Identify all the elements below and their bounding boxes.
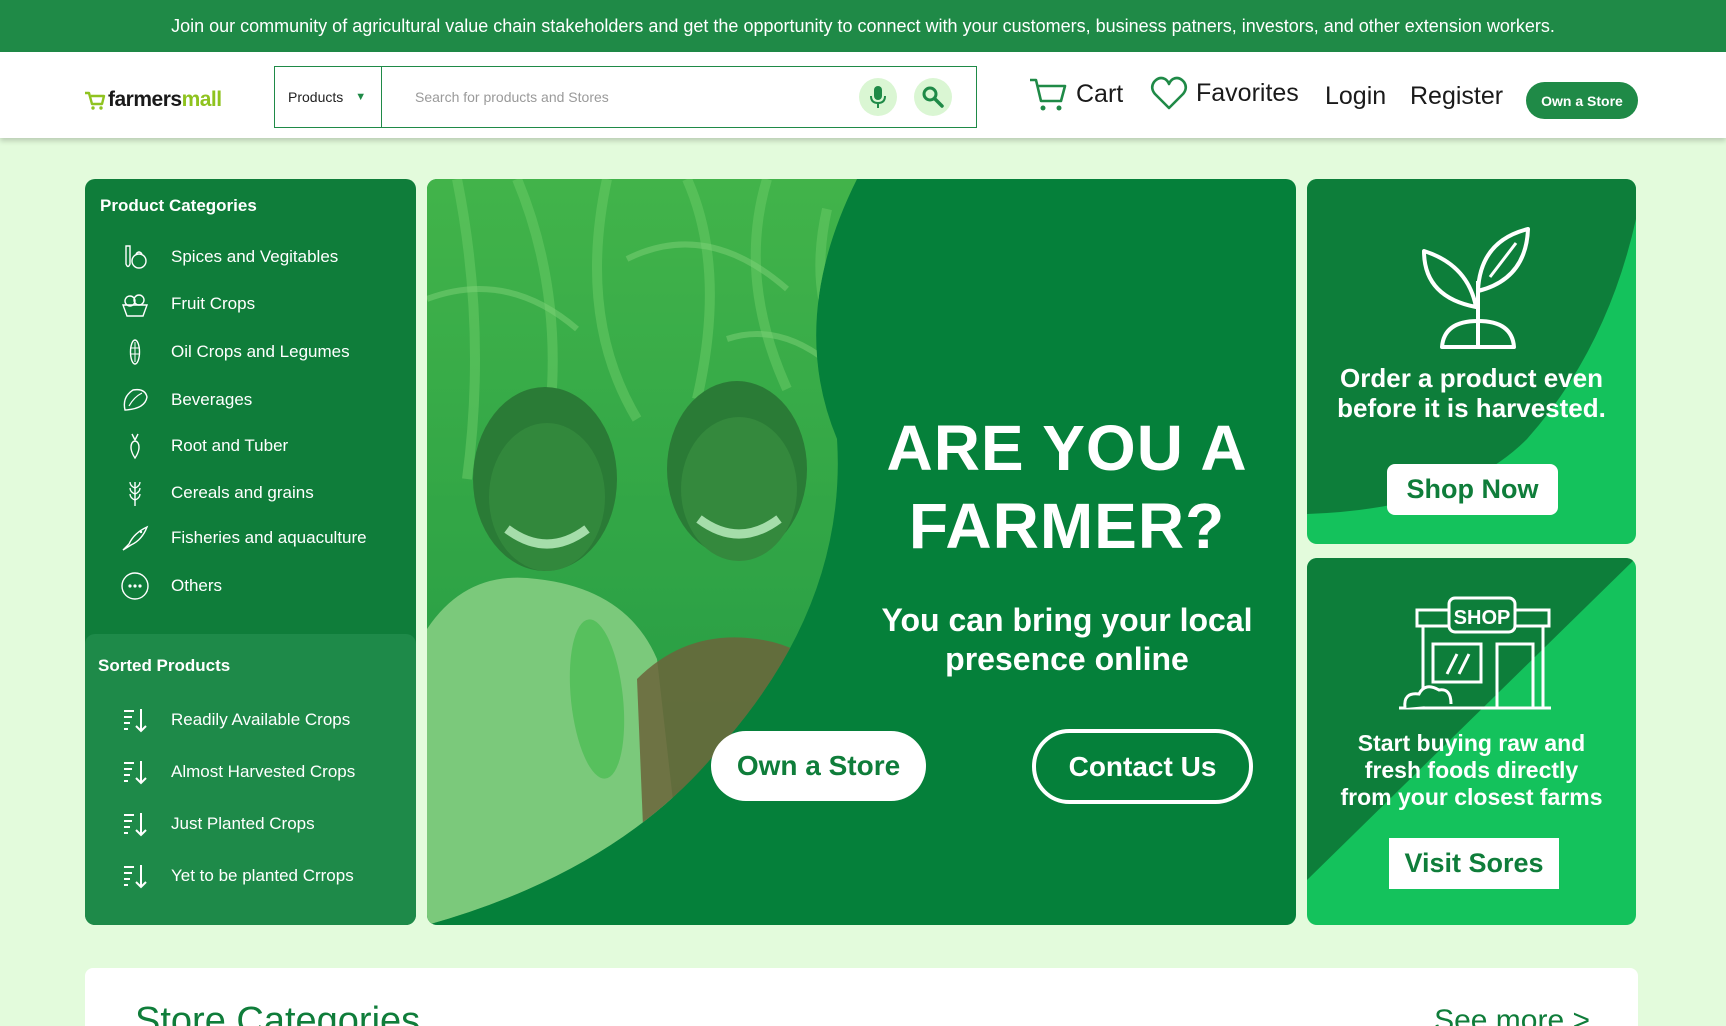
sorted-item-yet-to-be-planted[interactable]: Yet to be planted Crrops: [119, 860, 354, 892]
promo-visit-stores-text: Start buying raw and fresh foods directl…: [1307, 730, 1636, 811]
sorted-item-just-planted[interactable]: Just Planted Crops: [119, 808, 315, 840]
sort-icon: [119, 756, 151, 788]
hero-text: ARE YOU A FARMER? You can bring your loc…: [857, 409, 1277, 679]
category-label: Spices and Vegitables: [171, 247, 339, 266]
vegetables-icon: [119, 241, 151, 273]
category-label: Oil Crops and Legumes: [171, 342, 350, 361]
header: farmersmall Products ▼ Cart: [0, 52, 1726, 138]
sorted-label: Yet to be planted Crrops: [171, 866, 354, 885]
sort-icon: [119, 704, 151, 736]
sprout-icon: [1422, 227, 1530, 349]
search-input[interactable]: [382, 67, 859, 127]
cart-logo-icon: [85, 91, 106, 110]
sorted-label: Just Planted Crops: [171, 814, 315, 833]
register-label: Register: [1410, 82, 1504, 110]
promo-visit-stores-line2: fresh foods directly: [1364, 757, 1579, 783]
root-icon: [119, 430, 151, 462]
hero-subheading-line1: You can bring your local: [881, 602, 1253, 638]
search-button[interactable]: [914, 78, 952, 116]
category-label: Others: [171, 576, 223, 595]
category-item-oil-crops[interactable]: Oil Crops and Legumes: [119, 336, 350, 368]
category-item-beverages[interactable]: Beverages: [119, 384, 252, 416]
sorted-products-title: Sorted Products: [98, 656, 231, 675]
fruit-basket-icon: [119, 288, 151, 320]
fish-icon: [119, 522, 151, 554]
hero-heading: ARE YOU A FARMER?: [857, 409, 1277, 565]
search-icon: [922, 86, 944, 108]
more-icon: [119, 570, 151, 602]
cart-label: Cart: [1076, 79, 1124, 108]
category-label: Cereals and grains: [171, 483, 314, 502]
login-label: Login: [1325, 82, 1387, 110]
promo-visit-stores-line1: Start buying raw and: [1357, 730, 1586, 756]
sorted-products-panel: Sorted Products Readily Available Crops …: [85, 634, 416, 925]
wheat-icon: [119, 477, 151, 509]
store-categories-section: Store Categories See more >: [85, 968, 1638, 1026]
category-item-fruit[interactable]: Fruit Crops: [119, 288, 255, 320]
hero-heading-line1: ARE YOU A: [886, 412, 1248, 484]
banner-text: Join our community of agricultural value…: [171, 15, 1555, 36]
promo-card-visit-stores: SHOP Start buying raw and fresh foods di…: [1307, 558, 1636, 925]
sorted-label: Readily Available Crops: [171, 710, 351, 729]
hero-heading-line2: FARMER?: [908, 490, 1226, 562]
logo-text-farmers: farmers: [108, 88, 182, 111]
promo-visit-stores-line3: from your closest farms: [1340, 784, 1603, 810]
logo[interactable]: farmers mall: [84, 88, 222, 112]
hero-subheading-line2: presence online: [945, 641, 1189, 677]
shop-icon: SHOP: [1399, 596, 1551, 710]
category-label: Fruit Crops: [171, 294, 256, 313]
sidebar: Product Categories Spices and Vegitables…: [85, 179, 416, 925]
heart-icon: [1150, 76, 1188, 110]
own-store-header-button[interactable]: Own a Store: [1526, 82, 1638, 119]
contact-us-button[interactable]: Contact Us: [1032, 729, 1253, 804]
product-categories-title: Product Categories: [100, 196, 257, 215]
category-item-root-tuber[interactable]: Root and Tuber: [119, 430, 288, 462]
favorites-label: Favorites: [1196, 78, 1299, 107]
search-category-label: Products: [288, 89, 344, 105]
sort-icon: [119, 860, 151, 892]
hero-banner: ARE YOU A FARMER? You can bring your loc…: [427, 179, 1296, 925]
see-more-link[interactable]: See more >: [1434, 1004, 1590, 1026]
category-item-cereals[interactable]: Cereals and grains: [119, 477, 314, 509]
own-store-button[interactable]: Own a Store: [711, 731, 926, 801]
cocoa-icon: [119, 384, 151, 416]
category-item-fisheries[interactable]: Fisheries and aquaculture: [119, 522, 367, 554]
corn-icon: [119, 336, 151, 368]
logo-text-mall: mall: [181, 88, 223, 111]
promo-preorder-text: Order a product even before it is harves…: [1307, 363, 1636, 423]
microphone-icon: [870, 86, 886, 108]
category-label: Root and Tuber: [171, 436, 289, 455]
sorted-item-readily-available[interactable]: Readily Available Crops: [119, 704, 350, 736]
visit-stores-button[interactable]: Visit Sores: [1389, 838, 1559, 889]
cart-link[interactable]: Cart: [1028, 74, 1123, 114]
svg-text:SHOP: SHOP: [1454, 607, 1511, 629]
voice-search-button[interactable]: [859, 78, 897, 116]
category-label: Beverages: [171, 390, 253, 409]
category-item-spices[interactable]: Spices and Vegitables: [119, 241, 338, 273]
sort-icon: [119, 808, 151, 840]
sorted-item-almost-harvested[interactable]: Almost Harvested Crops: [119, 756, 355, 788]
chevron-down-icon: ▼: [355, 91, 367, 103]
register-link[interactable]: Register: [1410, 82, 1503, 111]
search-category-select[interactable]: Products ▼: [275, 67, 382, 127]
shop-now-button[interactable]: Shop Now: [1387, 464, 1558, 515]
category-item-others[interactable]: Others: [119, 570, 222, 602]
sorted-label: Almost Harvested Crops: [171, 762, 356, 781]
cart-icon: [1030, 78, 1067, 111]
promo-preorder-line1: Order a product even: [1340, 363, 1603, 393]
login-link[interactable]: Login: [1325, 82, 1386, 111]
promo-preorder-line2: before it is harvested.: [1337, 393, 1606, 423]
hero-subheading: You can bring your local presence online: [857, 601, 1277, 679]
top-banner: Join our community of agricultural value…: [0, 0, 1726, 52]
favorites-link[interactable]: Favorites: [1150, 74, 1299, 112]
search-bar: Products ▼: [274, 66, 977, 128]
promo-card-preorder: Order a product even before it is harves…: [1307, 179, 1636, 544]
store-categories-title: Store Categories: [135, 1000, 421, 1026]
category-label: Fisheries and aquaculture: [171, 528, 367, 547]
